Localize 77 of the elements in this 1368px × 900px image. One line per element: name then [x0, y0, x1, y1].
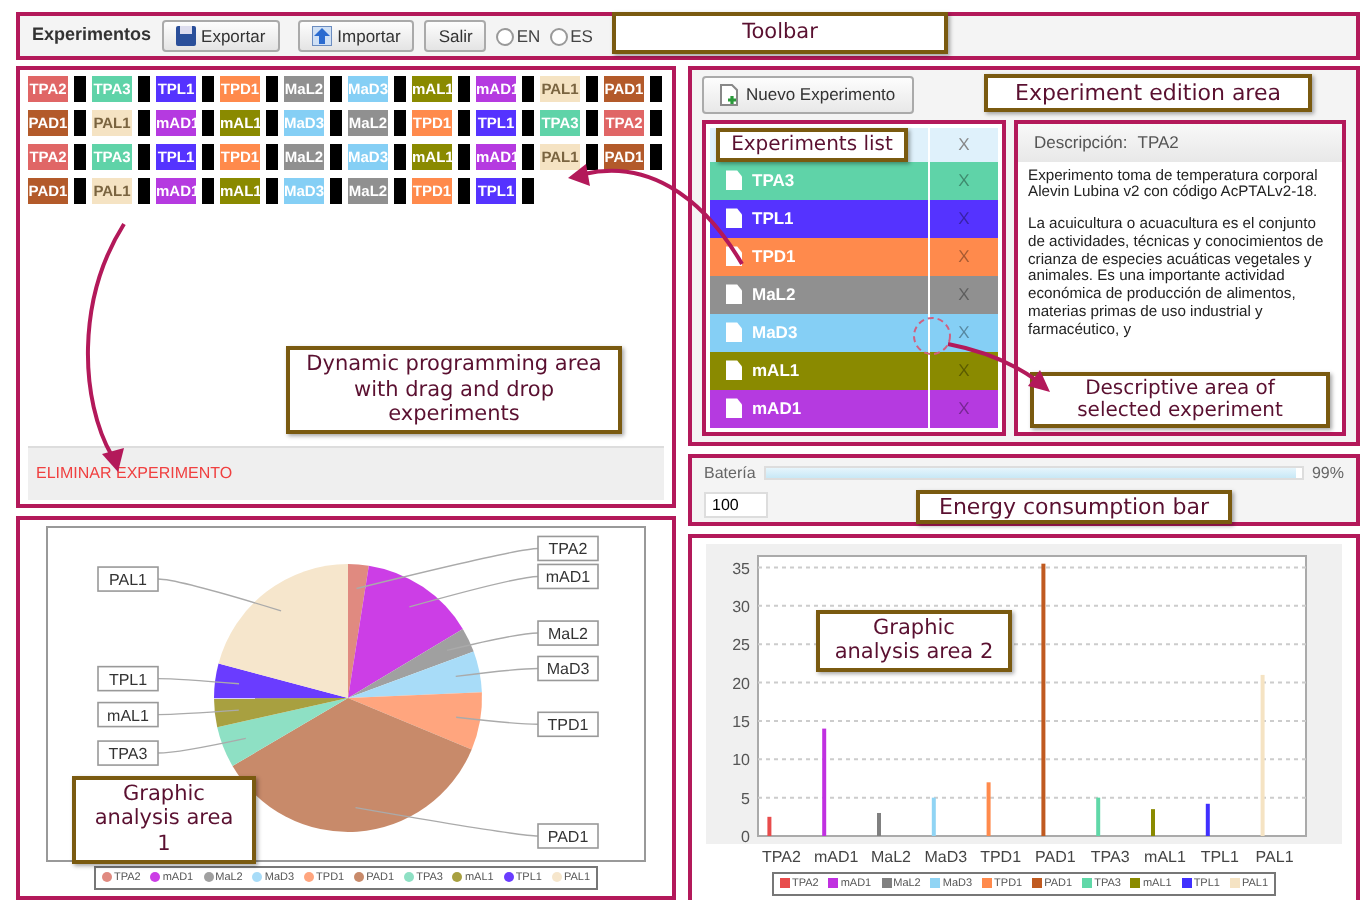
experiment-name: mAD1: [752, 395, 802, 422]
slice-label: PAD1: [547, 827, 590, 846]
toolbar-button[interactable]: Importar: [297, 20, 415, 52]
remove-button[interactable]: X: [930, 167, 998, 194]
y-tick-label: 15: [732, 712, 750, 731]
experiment-name: mAL1: [752, 357, 800, 384]
annotation-label: Toolbar: [612, 12, 948, 54]
x-axis-label: MaD3: [924, 847, 968, 866]
y-tick-label: 5: [741, 789, 750, 808]
radio-label: EN: [516, 23, 541, 49]
annotation-label: Experiment edition area: [984, 74, 1312, 113]
energy-input-field[interactable]: 100: [704, 491, 768, 518]
slice-label: mAL1: [97, 701, 159, 727]
slice-label: TPA3: [97, 739, 159, 766]
slice-label: MaD3: [546, 659, 591, 678]
experiment-list-item[interactable]: mAD1 X: [710, 389, 998, 428]
slice-label: mAD1: [537, 563, 599, 589]
y-tick-label: 10: [732, 750, 750, 769]
x-axis-label: MaL2: [871, 847, 911, 866]
experiment-name: TPL1: [752, 205, 794, 232]
experiment-name: MaL2: [752, 281, 796, 308]
slice-label: MaD3: [537, 655, 599, 681]
toolbar-title: Experimentos: [32, 22, 152, 49]
toolbar-button[interactable]: Salir: [424, 20, 487, 52]
slice-label: PAL1: [97, 565, 159, 592]
slice-label: PAD1: [537, 822, 599, 849]
delete-experiment-zone[interactable]: ELIMINAR EXPERIMENTO: [28, 445, 664, 500]
x-axis-label: mAL1: [1144, 847, 1186, 866]
description-label: Descripción:: [1034, 129, 1128, 155]
remove-all-button[interactable]: X: [930, 131, 998, 158]
annotation-label: Graphic analysis area 2: [816, 609, 1012, 672]
annotation-label: Descriptive area of selected experiment: [1030, 371, 1330, 428]
slice-label: TPD1: [547, 715, 590, 734]
annotation-label: Experiments list: [716, 127, 908, 162]
slice-label: TPA2: [537, 535, 599, 561]
x-axis-label: mAD1: [813, 847, 859, 866]
annotation-label: Graphic analysis area 1: [72, 775, 256, 864]
battery-label: Batería: [704, 461, 756, 486]
experiment-name: TPA3: [752, 167, 795, 194]
x-axis-label: TPL1: [1200, 847, 1239, 866]
slice-label: TPD1: [537, 711, 599, 737]
remove-button[interactable]: X: [930, 395, 998, 422]
description-name: TPA2: [1137, 129, 1179, 155]
experiment-list-item[interactable]: MaD3 X: [710, 313, 998, 352]
toolbar-button[interactable]: Exportar: [161, 20, 280, 52]
remove-button[interactable]: X: [930, 243, 998, 270]
slice-label: MaL2: [547, 624, 590, 643]
experiment-name: MaD3: [752, 319, 798, 346]
y-tick-label: 30: [732, 597, 750, 616]
remove-button[interactable]: X: [930, 319, 998, 346]
slice-label: TPA2: [548, 539, 589, 558]
experiment-list-item[interactable]: TPD1 X: [710, 237, 998, 276]
experiment-list-item[interactable]: TPA3 X: [710, 161, 998, 200]
slice-label: TPL1: [108, 670, 149, 689]
x-axis-label: TPA3: [1090, 847, 1130, 866]
slice-label: MaL2: [537, 619, 599, 646]
radio-label: ES: [570, 23, 593, 49]
battery-reading: 99%: [1311, 461, 1344, 486]
x-axis-label: TPD1: [980, 847, 1022, 866]
y-tick-label: 20: [732, 674, 750, 693]
x-axis-label: PAD1: [1035, 847, 1076, 866]
slice-label: PAL1: [109, 570, 149, 589]
y-tick-label: 25: [732, 635, 750, 654]
remove-button[interactable]: X: [930, 205, 998, 232]
y-tick-label: 0: [741, 827, 750, 846]
annotation-label: Energy consumption bar: [916, 489, 1232, 524]
x-axis-label: PAL1: [1255, 847, 1294, 866]
slice-label: mAL1: [107, 706, 150, 725]
slice-label: mAD1: [545, 567, 592, 586]
slice-label: TPL1: [97, 665, 159, 691]
experiment-list-item[interactable]: TPL1 X: [710, 199, 998, 238]
new-experiment-button[interactable]: Nuevo Experimento: [702, 76, 914, 114]
x-axis-label: TPA2: [762, 847, 801, 866]
annotation-label: Dynamic programming area with drag and drop experiments: [286, 346, 622, 434]
y-tick-label: 35: [732, 559, 750, 577]
experiment-name: TPD1: [752, 243, 796, 270]
slice-label: TPA3: [108, 744, 149, 763]
